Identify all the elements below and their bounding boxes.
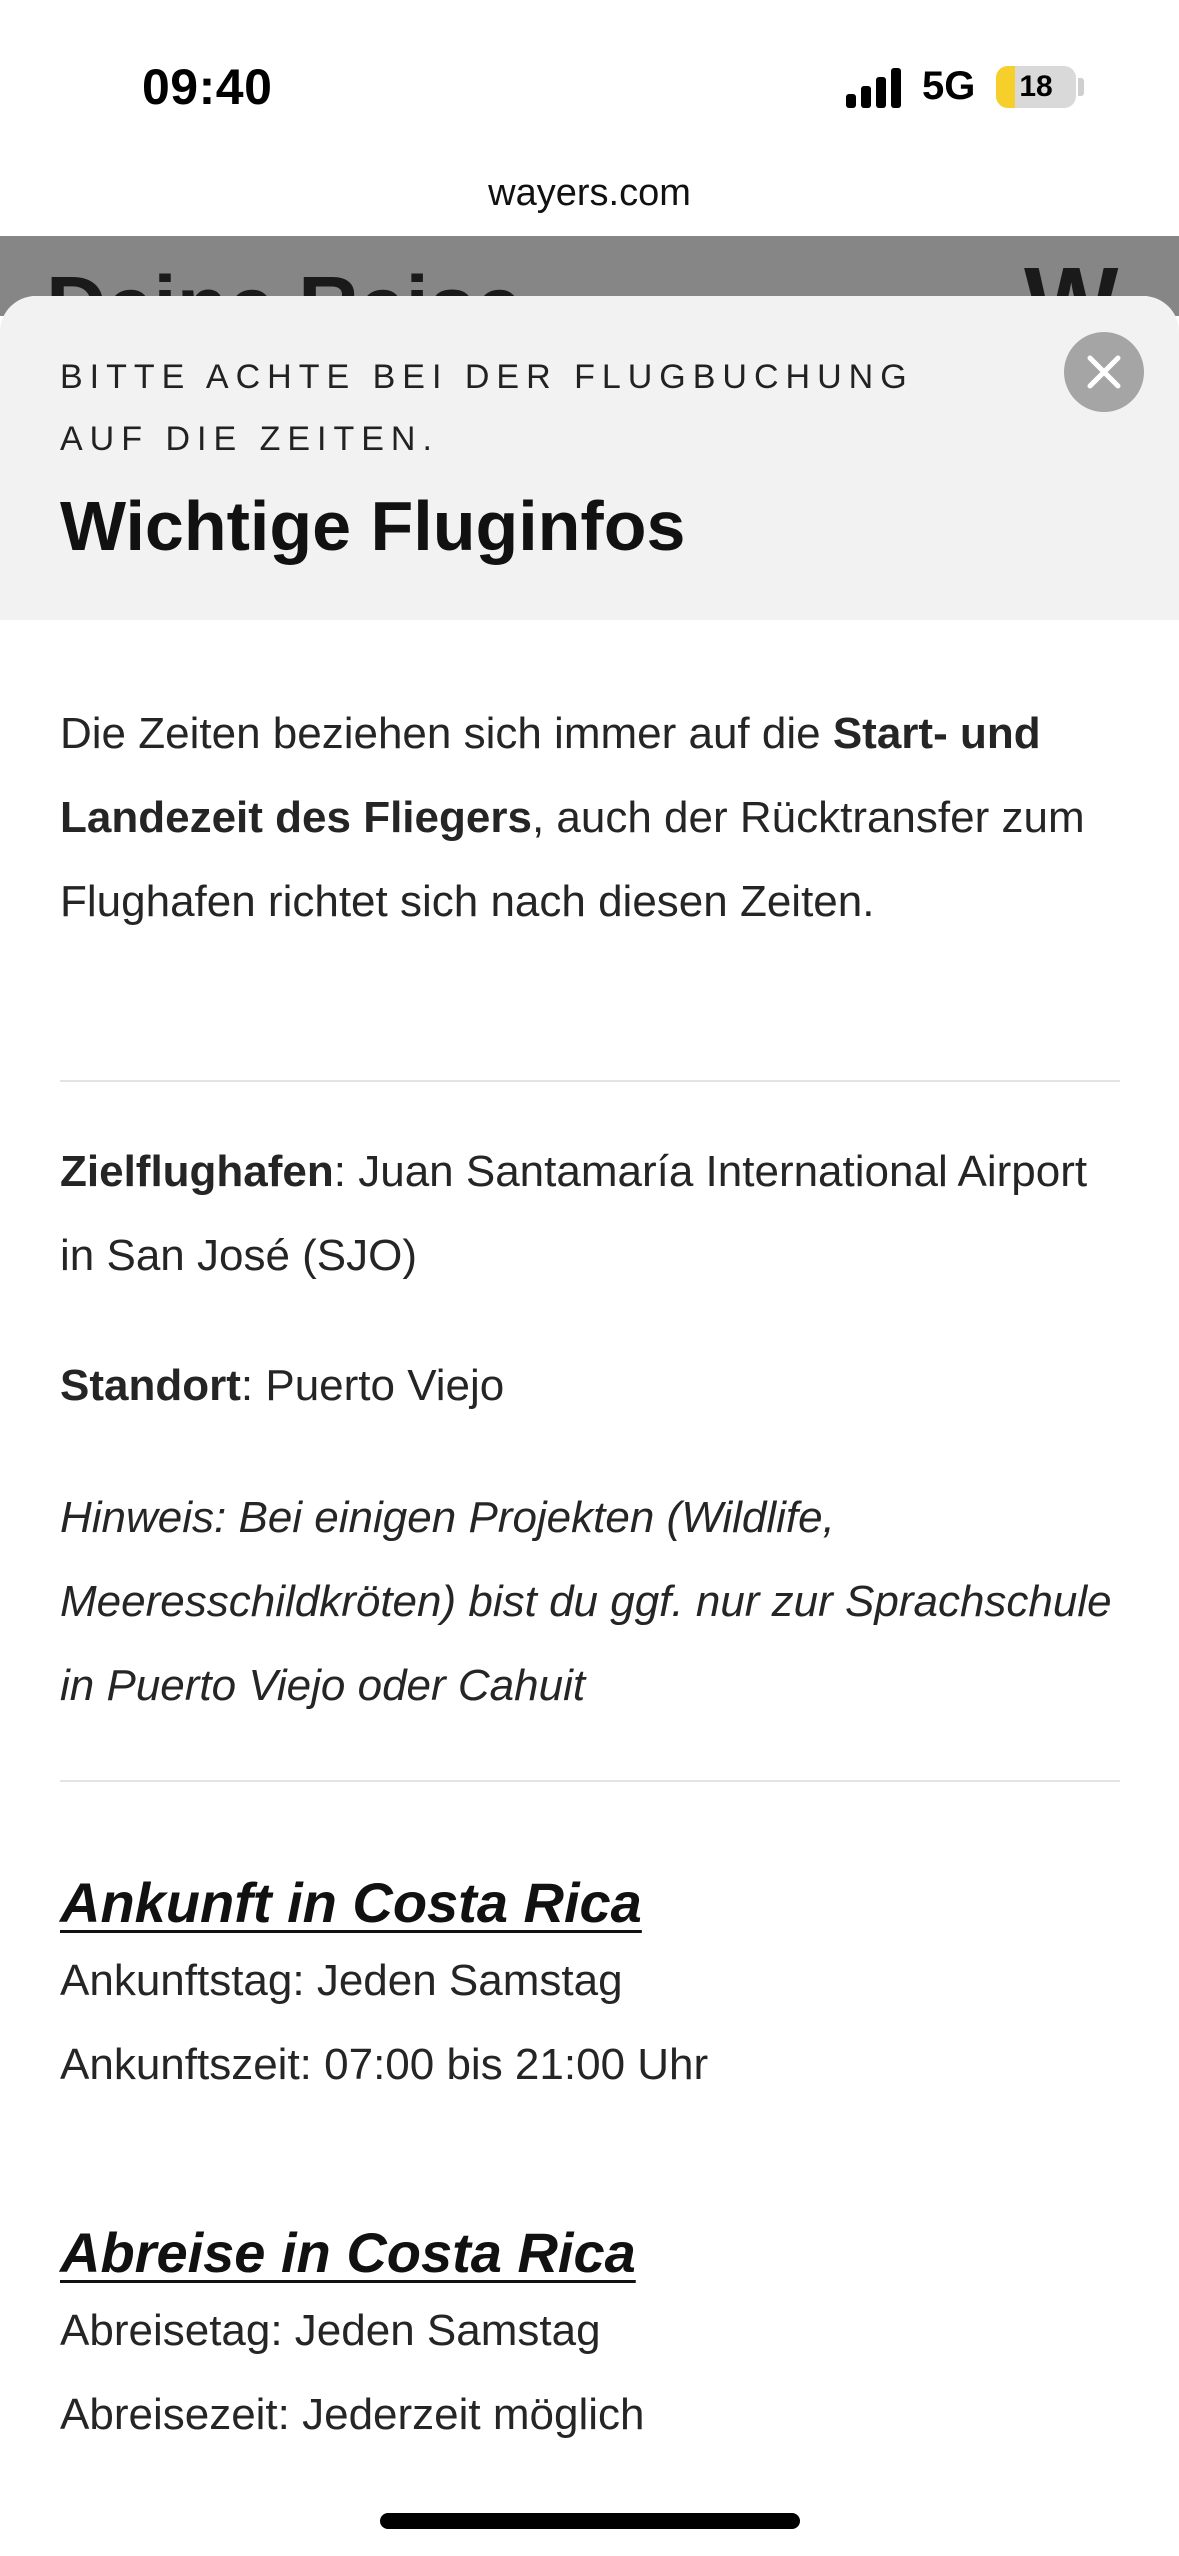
modal-title: Wichtige Fluginfos — [60, 487, 686, 565]
location-label: Standort — [60, 1361, 241, 1410]
departure-day: Abreisetag: Jeden Samstag — [60, 2306, 601, 2355]
location-value: : Puerto Viejo — [240, 1361, 505, 1410]
flight-info-modal: BITTE ACHTE BEI DER FLUGBUCHUNG AUF DIE … — [0, 296, 1179, 2556]
network-type: 5G — [922, 64, 976, 108]
url-bar[interactable]: wayers.com — [0, 172, 1179, 215]
battery-level: 18 — [1019, 70, 1053, 103]
modal-header: BITTE ACHTE BEI DER FLUGBUCHUNG AUF DIE … — [0, 296, 1179, 620]
location: Standort: Puerto Viejo — [60, 1344, 1120, 1428]
departure-time: Abreisezeit: Jederzeit möglich — [60, 2390, 645, 2439]
cellular-signal-icon — [846, 64, 906, 108]
project-note: Hinweis: Bei einigen Projekten (Wildlife… — [60, 1493, 1112, 1710]
arrival-section: Ankunft in Costa Rica Ankunftstag: Jeden… — [60, 1870, 1120, 2107]
departure-section: Abreise in Costa Rica Abreisetag: Jeden … — [60, 2220, 1120, 2457]
home-indicator[interactable] — [380, 2513, 800, 2529]
modal-kicker: BITTE ACHTE BEI DER FLUGBUCHUNG AUF DIE … — [60, 358, 914, 458]
arrival-day: Ankunftstag: Jeden Samstag — [60, 1956, 623, 2005]
destination-airport: Zielflughafen: Juan Santamaría Internati… — [60, 1130, 1120, 1298]
status-bar: 09:40 5G 18 wayers.com — [0, 0, 1179, 214]
divider — [60, 1780, 1120, 1782]
divider — [60, 1080, 1120, 1082]
battery-tip — [1078, 78, 1084, 96]
intro-text-part1: Die Zeiten beziehen sich immer auf die — [60, 709, 833, 758]
close-icon — [1087, 355, 1121, 389]
close-button[interactable] — [1064, 332, 1144, 412]
departure-title: Abreise in Costa Rica — [60, 2221, 636, 2284]
destination-label: Zielflughafen — [60, 1147, 334, 1196]
intro-text: Die Zeiten beziehen sich immer auf die S… — [60, 692, 1120, 944]
status-time: 09:40 — [142, 59, 273, 115]
arrival-title: Ankunft in Costa Rica — [60, 1871, 642, 1934]
battery-icon: 18 — [996, 66, 1076, 108]
arrival-time: Ankunftszeit: 07:00 bis 21:00 Uhr — [60, 2040, 709, 2089]
